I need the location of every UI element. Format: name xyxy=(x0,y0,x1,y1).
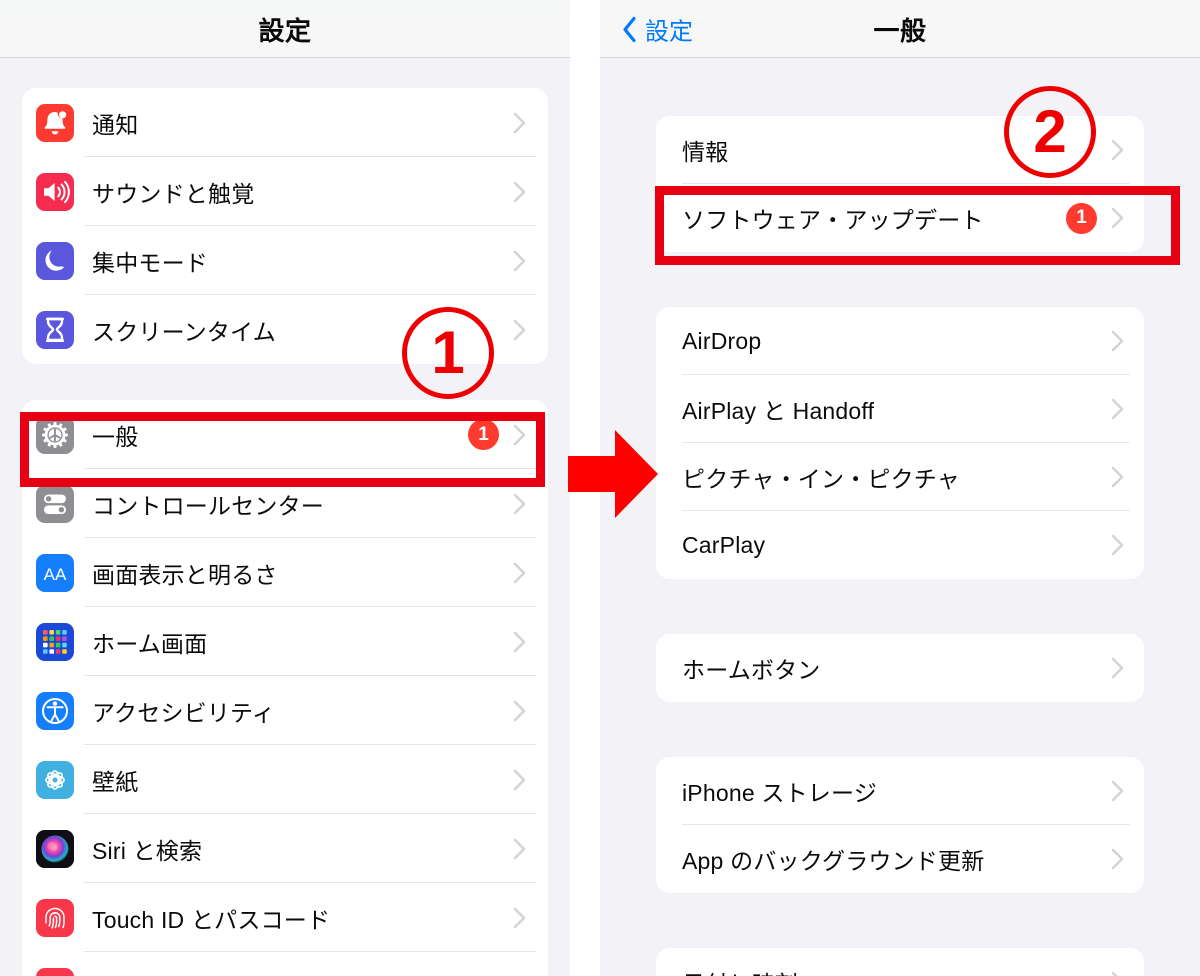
chevron-right-icon xyxy=(1111,848,1124,870)
row-label: ホーム画面 xyxy=(92,630,208,657)
general-row-ホームボタン[interactable]: ホームボタン xyxy=(656,634,1144,702)
chevron-right-icon xyxy=(513,838,526,859)
wallpaper-icon xyxy=(36,760,74,799)
settings-row-Siri と検索[interactable]: Siri と検索 xyxy=(22,814,548,883)
row-label: アクセシビリティ xyxy=(92,699,276,726)
chevron-right-icon xyxy=(1111,657,1124,679)
general-row-iPhone ストレージ[interactable]: iPhone ストレージ xyxy=(656,757,1144,825)
row-label: CarPlay xyxy=(682,531,766,558)
row-label: サウンドと触覚 xyxy=(92,180,255,207)
chevron-right-icon xyxy=(1111,971,1118,976)
chevron-right-icon xyxy=(513,250,526,271)
speaker-icon xyxy=(36,172,74,211)
highlight-box-general-row xyxy=(20,412,545,487)
chevron-right-icon xyxy=(513,769,526,790)
row-label: Touch ID とパスコード xyxy=(92,906,331,933)
general-group-5: 日付と時刻 xyxy=(656,948,1144,976)
touchid-icon xyxy=(36,898,74,937)
back-button-label: 設定 xyxy=(645,18,693,46)
row-label: App のバックグラウンド更新 xyxy=(682,848,985,874)
chevron-right-icon xyxy=(513,907,526,928)
general-page-title: 一般 xyxy=(873,15,927,46)
chevron-right-icon xyxy=(513,181,526,202)
settings-row-壁紙[interactable]: 壁紙 xyxy=(22,745,548,814)
general-group-4: iPhone ストレージ App のバックグラウンド更新 xyxy=(656,757,1144,893)
row-label: ピクチャ・イン・ピクチャ xyxy=(682,466,960,492)
general-group-3: ホームボタン xyxy=(656,634,1144,702)
page-title: 設定 xyxy=(258,15,312,46)
chevron-right-icon xyxy=(1111,780,1124,802)
svg-text:AA: AA xyxy=(44,565,67,584)
back-button[interactable]: 設定 xyxy=(622,12,693,47)
row-label: コントロールセンター xyxy=(92,492,324,519)
settings-row-ホーム画面[interactable]: ホーム画面 xyxy=(22,607,548,676)
chevron-right-icon xyxy=(1111,330,1124,352)
general-row-AirPlay と Handoff[interactable]: AirPlay と Handoff xyxy=(656,375,1144,443)
general-row-App のバックグラウンド更新[interactable]: App のバックグラウンド更新 xyxy=(656,825,1144,893)
chevron-right-icon xyxy=(513,493,526,514)
row-label: AirDrop xyxy=(682,327,762,354)
chevron-right-icon xyxy=(513,631,526,652)
chevron-right-icon xyxy=(513,112,526,133)
chevron-right-icon xyxy=(1111,466,1124,488)
settings-row-通知[interactable]: 通知 xyxy=(22,88,548,157)
row-label: 集中モード xyxy=(92,249,208,276)
highlight-box-software-update-row xyxy=(655,186,1180,265)
general-row-日付と時刻[interactable]: 日付と時刻 xyxy=(656,948,1144,976)
step-1-circle-annotation: 1 xyxy=(402,307,494,399)
general-row-CarPlay[interactable]: CarPlay xyxy=(656,511,1144,579)
step-2-circle-annotation: 2 xyxy=(1004,86,1096,178)
siri-icon xyxy=(36,829,74,868)
row-label: Siri と検索 xyxy=(92,837,203,864)
chevron-right-icon xyxy=(513,319,526,340)
row-label: AirPlay と Handoff xyxy=(682,398,875,424)
general-row-ピクチャ・イン・ピクチャ[interactable]: ピクチャ・イン・ピクチャ xyxy=(656,443,1144,511)
row-label: 画面表示と明るさ xyxy=(92,561,278,588)
flow-arrow-right-icon xyxy=(568,430,658,518)
row-label: 日付と時刻 xyxy=(682,965,1111,976)
toggles-icon xyxy=(36,484,74,523)
settings-row-アクセシビリティ[interactable]: アクセシビリティ xyxy=(22,676,548,745)
partial-red-icon xyxy=(36,967,74,976)
row-label: iPhone ストレージ xyxy=(682,780,877,806)
screenshot-stage: 設定 通知 サウンドと触覚 集中モード スクリーンタイム 一般 1 コントロールセンター A… xyxy=(0,0,1200,976)
hourglass-icon xyxy=(36,310,74,349)
settings-row-画面表示と明るさ[interactable]: AA 画面表示と明るさ xyxy=(22,538,548,607)
right-navbar: 設定 一般 xyxy=(600,0,1200,58)
step-2-number: 2 xyxy=(1033,98,1067,165)
settings-row-集中モード[interactable]: 集中モード xyxy=(22,226,548,295)
bell-icon xyxy=(36,103,74,142)
left-navbar: 設定 xyxy=(0,0,570,58)
accessibility-icon xyxy=(36,691,74,730)
moon-icon xyxy=(36,241,74,280)
chevron-left-icon xyxy=(623,16,636,42)
row-label: 通知 xyxy=(92,111,139,138)
chevron-right-icon xyxy=(1111,398,1124,420)
chevron-right-icon xyxy=(1111,139,1124,161)
general-panel: 設定 一般 情報 ソフトウェア・アップデート 1 AirDrop AirPlay と … xyxy=(600,0,1200,976)
general-group-2: AirDrop AirPlay と Handoff ピクチャ・イン・ピクチャ CarP… xyxy=(656,307,1144,579)
general-row-AirDrop[interactable]: AirDrop xyxy=(656,307,1144,375)
aa-icon: AA xyxy=(36,553,74,592)
chevron-right-icon xyxy=(1111,534,1124,556)
row-label: ホームボタン xyxy=(682,657,821,683)
row-label: 壁紙 xyxy=(92,768,139,795)
chevron-right-icon xyxy=(513,700,526,721)
home-grid-icon xyxy=(36,622,74,661)
settings-row-Touch ID とパスコード[interactable]: Touch ID とパスコード xyxy=(22,883,548,952)
settings-row-サウンドと触覚[interactable]: サウンドと触覚 xyxy=(22,157,548,226)
settings-row-partial[interactable] xyxy=(22,952,548,976)
left-scroll-area[interactable]: 通知 サウンドと触覚 集中モード スクリーンタイム 一般 1 コントロールセンター AA 画面… xyxy=(0,58,570,976)
step-1-number: 1 xyxy=(431,319,465,386)
settings-root-panel: 設定 通知 サウンドと触覚 集中モード スクリーンタイム 一般 1 コントロールセンター A… xyxy=(0,0,570,976)
chevron-right-icon xyxy=(513,562,526,583)
